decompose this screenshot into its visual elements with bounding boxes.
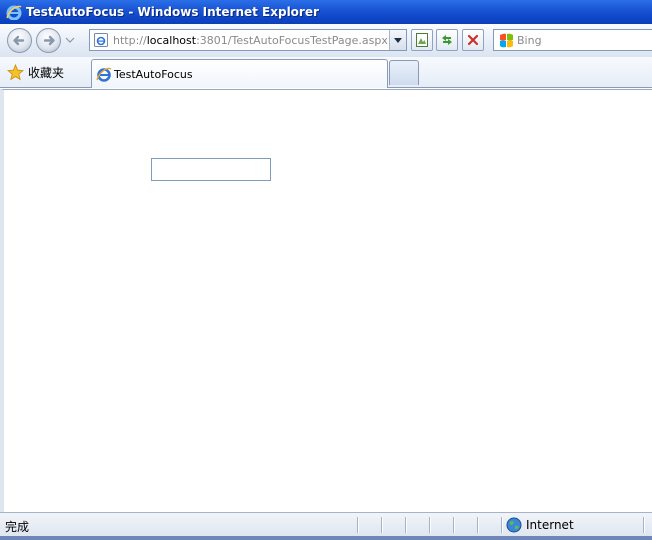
search-box[interactable] xyxy=(493,29,652,51)
page-icon xyxy=(94,33,108,47)
address-url: http://localhost:3801/TestAutoFocusTestP… xyxy=(113,33,388,47)
star-icon xyxy=(7,63,24,80)
status-divider xyxy=(477,517,478,533)
zone-label: Internet xyxy=(526,518,574,532)
status-divider xyxy=(429,517,430,533)
favorites-button[interactable]: 收藏夹 xyxy=(7,61,64,83)
status-divider xyxy=(381,517,382,533)
favorites-label: 收藏夹 xyxy=(28,65,65,80)
status-divider xyxy=(405,517,406,533)
new-tab-button[interactable] xyxy=(389,60,419,85)
stop-icon xyxy=(467,34,479,46)
status-divider xyxy=(453,517,454,533)
status-divider xyxy=(643,517,644,533)
window-bottom-border xyxy=(0,536,652,540)
status-text: 完成 xyxy=(5,520,30,534)
page-content xyxy=(0,89,652,512)
navigation-bar: http://localhost:3801/TestAutoFocusTestP… xyxy=(0,24,652,57)
stop-button[interactable] xyxy=(462,29,484,51)
forward-button[interactable] xyxy=(36,28,61,53)
ie-page-icon xyxy=(96,67,112,82)
tab-testautofocus[interactable]: TestAutoFocus xyxy=(91,59,388,88)
security-zone[interactable]: Internet xyxy=(506,517,574,533)
compatibility-view-button[interactable] xyxy=(411,29,433,51)
status-divider xyxy=(357,517,358,533)
autofocus-textbox[interactable] xyxy=(151,158,271,181)
ie-logo-icon xyxy=(6,5,22,20)
globe-icon xyxy=(506,517,522,533)
bing-icon xyxy=(500,33,513,48)
refresh-button[interactable] xyxy=(436,29,458,51)
back-button[interactable] xyxy=(7,28,32,53)
address-bar[interactable]: http://localhost:3801/TestAutoFocusTestP… xyxy=(89,29,407,51)
back-arrow-icon xyxy=(13,35,25,46)
window-titlebar[interactable]: TestAutoFocus - Windows Internet Explore… xyxy=(0,0,652,24)
favorites-tab-bar: 收藏夹 TestAutoFocus xyxy=(0,57,652,88)
recent-pages-dropdown-icon[interactable] xyxy=(64,35,76,45)
search-input[interactable] xyxy=(517,33,647,47)
compatibility-view-icon xyxy=(416,33,428,47)
forward-arrow-icon xyxy=(43,35,55,46)
tab-label: TestAutoFocus xyxy=(114,67,193,81)
status-divider xyxy=(501,517,502,533)
refresh-icon xyxy=(442,35,452,45)
window-title: TestAutoFocus - Windows Internet Explore… xyxy=(26,5,319,19)
address-dropdown-button[interactable] xyxy=(389,30,406,50)
